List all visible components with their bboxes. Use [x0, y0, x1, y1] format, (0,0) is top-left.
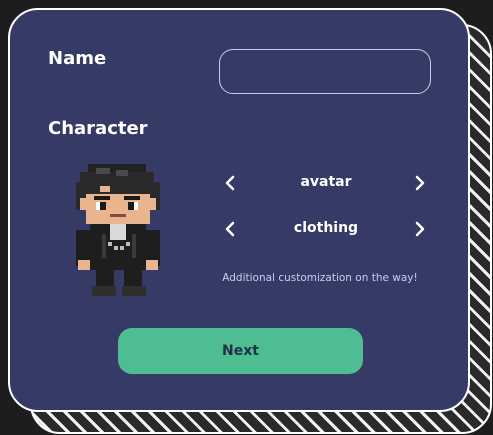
chevron-right-icon [415, 175, 425, 191]
customization-note: Additional customization on the way! [222, 272, 418, 284]
character-avatar [76, 164, 160, 296]
name-label: Name [48, 48, 107, 69]
avatar-prev-button[interactable] [220, 171, 240, 195]
avatar-next-button[interactable] [410, 171, 430, 195]
clothing-next-button[interactable] [410, 217, 430, 241]
name-input[interactable] [219, 49, 431, 94]
chevron-left-icon [225, 175, 235, 191]
next-button[interactable]: Next [118, 328, 363, 374]
character-label: Character [48, 118, 148, 139]
chevron-right-icon [415, 221, 425, 237]
character-setup-card: Name Character avatar clothing Additiona… [8, 8, 470, 412]
avatar-option-label: avatar [300, 174, 352, 190]
clothing-prev-button[interactable] [220, 217, 240, 241]
chevron-left-icon [225, 221, 235, 237]
clothing-option-label: clothing [293, 220, 359, 236]
